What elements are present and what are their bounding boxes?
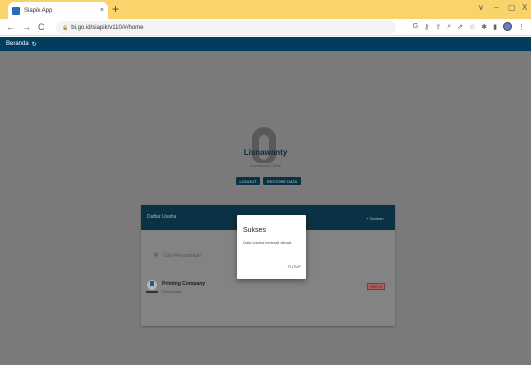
lock-icon: 🔒 bbox=[62, 24, 69, 31]
restore-data-button[interactable]: RESTORE DATA bbox=[263, 177, 301, 185]
success-dialog: Sukses Data Usaha berhasil dibuat TUTUP bbox=[237, 215, 306, 279]
search-icon: ⚲ bbox=[154, 253, 159, 259]
delete-label: HAPUS bbox=[369, 284, 383, 289]
page-title: Beranda bbox=[6, 41, 29, 47]
refresh-icon[interactable]: ↻ bbox=[32, 41, 37, 48]
extensions-puzzle-icon[interactable]: ✱ bbox=[481, 23, 487, 31]
close-window-button[interactable]: X bbox=[522, 3, 527, 12]
url-field[interactable]: 🔒 bi.go.id/siapik/v110/#/home bbox=[56, 21, 396, 34]
tab-close-icon[interactable]: × bbox=[100, 7, 104, 14]
dialog-title: Sukses bbox=[243, 227, 266, 234]
forward-button[interactable]: → bbox=[22, 22, 31, 32]
card-title: Daftar Usaha bbox=[147, 214, 177, 220]
bookmark-star-icon[interactable]: ☆ bbox=[469, 23, 475, 31]
dialog-close-button[interactable]: TUTUP bbox=[288, 264, 301, 269]
logout-button[interactable]: LOGOUT bbox=[236, 177, 260, 185]
tab-title: Siapik App bbox=[24, 7, 53, 14]
dialog-message: Data Usaha berhasil dibuat bbox=[243, 240, 292, 245]
business-type: Percetakan bbox=[162, 289, 183, 294]
user-subtitle: Lisnawanty Sihite bbox=[249, 163, 282, 168]
maximize-button[interactable]: ▢ bbox=[508, 3, 516, 12]
business-icon-flag bbox=[150, 281, 154, 286]
minimize-button[interactable]: – bbox=[494, 3, 498, 12]
back-button[interactable]: ← bbox=[6, 22, 15, 32]
browser-tab[interactable]: Siapik App × bbox=[8, 2, 108, 19]
address-bar: ← → C 🔒 bi.go.id/siapik/v110/#/home G ⚷ … bbox=[0, 19, 531, 36]
business-name[interactable]: Printing Company bbox=[162, 281, 205, 287]
profile-avatar[interactable] bbox=[503, 22, 512, 31]
new-tab-button[interactable]: + bbox=[112, 2, 119, 16]
restore-data-label: RESTORE DATA bbox=[266, 178, 298, 184]
google-icon[interactable]: G bbox=[413, 23, 418, 30]
app-favicon-icon bbox=[12, 6, 20, 15]
menu-kebab-icon[interactable]: ⋮ bbox=[518, 23, 525, 31]
share-page-icon[interactable]: ⇗ bbox=[457, 23, 463, 31]
browser-tab-bar: Siapik App × + ∨ – ▢ X bbox=[0, 0, 531, 19]
chevron-down-icon[interactable]: ∨ bbox=[478, 3, 484, 12]
app-header: Beranda ↻ bbox=[0, 37, 531, 51]
business-icon-base bbox=[146, 291, 158, 293]
browser-extensions: G ⚷ ⇪ ⌕ ⇗ ☆ ✱ ▮ ⋮ bbox=[413, 22, 525, 31]
zoom-icon[interactable]: ⌕ bbox=[447, 23, 451, 31]
sidepanel-icon[interactable]: ▮ bbox=[493, 23, 497, 31]
delete-business-button[interactable]: HAPUS bbox=[367, 283, 385, 290]
key-icon[interactable]: ⚷ bbox=[424, 23, 429, 31]
reload-button[interactable]: C bbox=[38, 22, 45, 32]
user-name: Lisnawanty bbox=[243, 148, 288, 157]
url-text: bi.go.id/siapik/v110/#/home bbox=[71, 24, 144, 31]
share-icon[interactable]: ⇪ bbox=[435, 23, 441, 31]
search-placeholder: Cari Perusahaan bbox=[163, 252, 201, 259]
logout-label: LOGOUT bbox=[239, 178, 257, 184]
business-search-input[interactable]: ⚲ Cari Perusahaan bbox=[154, 252, 201, 260]
add-business-button[interactable]: + Tambah bbox=[366, 216, 384, 221]
